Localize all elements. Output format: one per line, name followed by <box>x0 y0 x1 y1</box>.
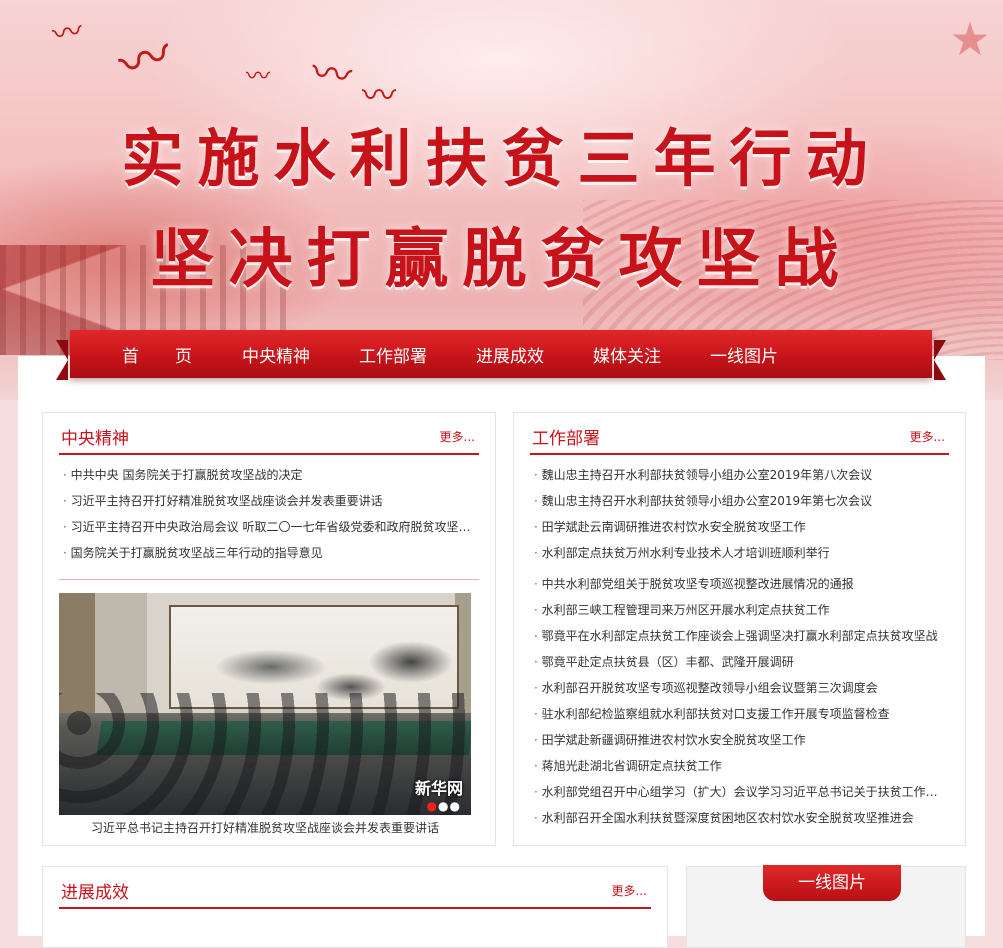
nav-item-frontline-photos[interactable]: 一线图片 <box>710 342 778 367</box>
nav-item-home[interactable]: 首页 <box>122 342 228 367</box>
bird-icon: 〰 <box>308 49 355 101</box>
bird-icon: 〰 <box>49 13 86 54</box>
list-item[interactable]: 习近平主持召开中央政治局会议 听取二〇一七年省级党委和政府脱贫攻坚成效考核情况汇… <box>63 514 479 540</box>
work-deployment-more-link[interactable]: 更多... <box>910 428 945 445</box>
list-item[interactable]: 魏山忠主持召开水利部扶贫领导小组办公室2019年第八次会议 <box>534 462 949 488</box>
carousel-dots[interactable]: ●●● <box>427 799 461 813</box>
list-item[interactable]: 习近平主持召开打好精准脱贫攻坚战座谈会并发表重要讲话 <box>63 488 479 514</box>
list-item[interactable]: 中共水利部党组关于脱贫攻坚专项巡视整改进展情况的通报 <box>534 571 949 597</box>
xinhua-logo: 新华网 <box>414 779 463 798</box>
list-item[interactable]: 国务院关于打赢脱贫攻坚战三年行动的指导意见 <box>63 540 479 566</box>
work-list-group2: 中共水利部党组关于脱贫攻坚专项巡视整改进展情况的通报 水利部三峡工程管理司来万州… <box>534 571 949 831</box>
list-item[interactable]: 鄂竟平赴定点扶贫县（区）丰都、武隆开展调研 <box>534 649 949 675</box>
main-nav: 首页 中央精神 工作部署 进展成效 媒体关注 一线图片 <box>56 330 946 380</box>
progress-header: 进展成效 更多... <box>59 867 651 909</box>
meeting-photo[interactable]: 新华网 ●●● <box>59 593 471 815</box>
frontline-photos-title[interactable]: 一线图片 <box>763 865 901 901</box>
banner-slogan-line1: 实施水利扶贫三年行动 <box>121 122 882 195</box>
list-item[interactable]: 水利部召开脱贫攻坚专项巡视整改领导小组会议暨第三次调度会 <box>534 675 949 701</box>
frontline-photos-box: 一线图片 <box>686 865 966 948</box>
photo-people <box>59 693 471 815</box>
list-item[interactable]: 水利部党组召开中心组学习（扩大）会议学习习近平总书记关于扶贫工作的重要论述 <box>534 779 949 805</box>
banner-slogan-line2: 坚决打赢脱贫攻坚战 <box>150 222 853 297</box>
work-deployment-title: 工作部署 <box>532 429 600 449</box>
list-item[interactable]: 水利部召开全国水利扶贫暨深度贫困地区农村饮水安全脱贫攻坚推进会 <box>534 805 949 831</box>
nav-item-progress[interactable]: 进展成效 <box>476 342 544 367</box>
central-spirit-title: 中央精神 <box>61 429 129 449</box>
central-spirit-header: 中央精神 更多... <box>59 413 479 455</box>
work-deployment-box: 工作部署 更多... 魏山忠主持召开水利部扶贫领导小组办公室2019年第八次会议… <box>513 412 966 846</box>
list-item[interactable]: 田学斌赴新疆调研推进农村饮水安全脱贫攻坚工作 <box>534 727 949 753</box>
list-item[interactable]: 蒋旭光赴湖北省调研定点扶贫工作 <box>534 753 949 779</box>
bird-icon: 〰 <box>111 24 180 98</box>
work-deployment-header: 工作部署 更多... <box>530 413 949 455</box>
list-item[interactable]: 田学斌赴云南调研推进农村饮水安全脱贫攻坚工作 <box>534 514 949 540</box>
list-item[interactable]: 魏山忠主持召开水利部扶贫领导小组办公室2019年第七次会议 <box>534 488 949 514</box>
star-icon: ★ <box>949 12 991 66</box>
progress-more-link[interactable]: 更多... <box>612 882 647 899</box>
work-list-group1: 魏山忠主持召开水利部扶贫领导小组办公室2019年第八次会议 魏山忠主持召开水利部… <box>534 462 949 566</box>
photo-caption[interactable]: 习近平总书记主持召开打好精准脱贫攻坚战座谈会并发表重要讲话 <box>59 819 471 836</box>
divider <box>59 579 479 580</box>
list-item[interactable]: 中共中央 国务院关于打赢脱贫攻坚战的决定 <box>63 462 479 488</box>
nav-item-central-spirit[interactable]: 中央精神 <box>242 342 310 367</box>
bird-icon: 〰 <box>246 62 270 90</box>
central-spirit-more-link[interactable]: 更多... <box>440 428 475 445</box>
central-spirit-list: 中共中央 国务院关于打赢脱贫攻坚战的决定 习近平主持召开打好精准脱贫攻坚战座谈会… <box>63 462 479 566</box>
list-item[interactable]: 水利部三峡工程管理司来万州区开展水利定点扶贫工作 <box>534 597 949 623</box>
central-spirit-box: 中央精神 更多... 中共中央 国务院关于打赢脱贫攻坚战的决定 习近平主持召开打… <box>42 412 496 846</box>
nav-item-media[interactable]: 媒体关注 <box>593 342 661 367</box>
nav-item-work-deployment[interactable]: 工作部署 <box>359 342 427 367</box>
progress-title: 进展成效 <box>61 883 129 903</box>
list-item[interactable]: 水利部定点扶贫万州水利专业技术人才培训班顺利举行 <box>534 540 949 566</box>
progress-box: 进展成效 更多... <box>42 866 668 948</box>
list-item[interactable]: 鄂竟平在水利部定点扶贫工作座谈会上强调坚决打赢水利部定点扶贫攻坚战 <box>534 623 949 649</box>
main-panel: 中央精神 更多... 中共中央 国务院关于打赢脱贫攻坚战的决定 习近平主持召开打… <box>18 356 985 948</box>
list-item[interactable]: 驻水利部纪检监察组就水利部扶贫对口支援工作开展专项监督检查 <box>534 701 949 727</box>
